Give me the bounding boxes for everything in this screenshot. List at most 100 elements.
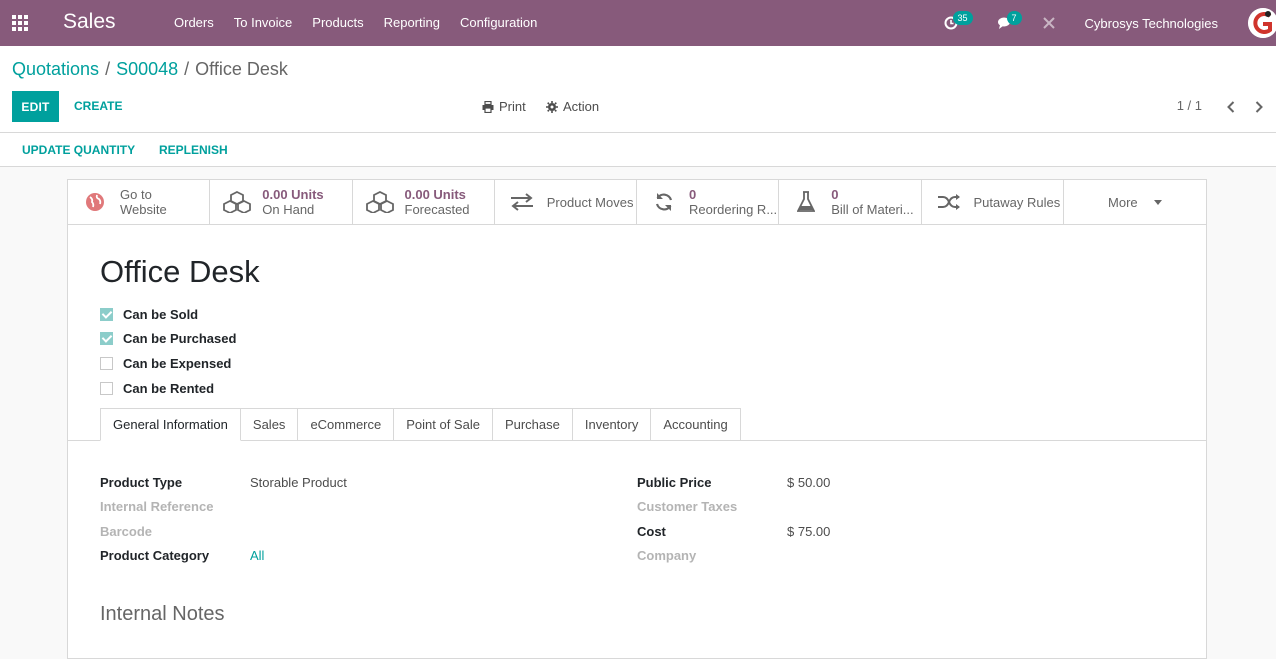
exchange-icon — [507, 193, 537, 211]
apps-menu-icon[interactable] — [12, 15, 29, 31]
menu-configuration[interactable]: Configuration — [450, 0, 547, 46]
close-icon — [1042, 17, 1055, 29]
tab-accounting[interactable]: Accounting — [651, 408, 741, 441]
menu-reporting[interactable]: Reporting — [374, 0, 450, 46]
field-barcode: Barcode — [100, 519, 347, 544]
company-switcher[interactable]: Cybrosys Technologies — [1085, 16, 1218, 31]
tab-inventory[interactable]: Inventory — [572, 408, 652, 441]
breadcrumb-current: Office Desk — [195, 59, 288, 79]
product-name[interactable]: Office Desk — [100, 254, 260, 290]
can-be-purchased-checkbox[interactable] — [100, 332, 113, 346]
tab-general-information[interactable]: General Information — [100, 408, 241, 441]
smart-button-value: 0.00 Units — [262, 187, 324, 202]
checkbox-label: Can be Expensed — [123, 355, 232, 371]
field-label: Product Type — [100, 474, 183, 490]
can-be-sold-row: Can be Sold — [100, 302, 236, 327]
main-menu: Orders To Invoice Products Reporting Con… — [164, 0, 547, 46]
tab-ecommerce[interactable]: eCommerce — [298, 408, 395, 441]
systray: 35 7 Cybrosys Technologies — [933, 0, 1276, 46]
print-dropdown[interactable]: Print — [482, 91, 526, 122]
fields-left: Product Type Storable Product Internal R… — [100, 470, 347, 568]
refresh-icon — [649, 192, 679, 212]
product-flags: Can be Sold Can be Purchased Can be Expe… — [100, 302, 236, 400]
breadcrumb-quotations[interactable]: Quotations — [12, 59, 99, 79]
print-icon — [482, 100, 494, 113]
product-type-value[interactable]: Storable Product — [250, 475, 347, 490]
notebook-tabs: General Information Sales eCommerce Poin… — [100, 408, 741, 441]
pager-value: 1 / 1 — [1176, 98, 1202, 113]
can-be-expensed-row: Can be Expensed — [100, 351, 236, 376]
control-panel: Quotations / S00048/Office Desk EDIT CREAT… — [0, 46, 1276, 133]
edit-button[interactable]: EDIT — [12, 91, 59, 122]
smart-button-value: 0 — [689, 187, 697, 202]
globe-icon — [80, 192, 110, 212]
smart-button-label: Putaway Rules — [973, 194, 1061, 210]
smart-button-more[interactable]: More — [1064, 180, 1206, 224]
app-brand[interactable]: Sales — [63, 10, 116, 34]
smart-button-forecasted[interactable]: 0.00 Units Forecasted — [353, 180, 495, 224]
cost-value[interactable]: $ 75.00 — [787, 524, 830, 539]
smart-button-on-hand[interactable]: 0.00 Units On Hand — [210, 180, 353, 224]
user-logo-icon — [1248, 8, 1276, 38]
field-product-category: Product Category All — [100, 544, 347, 569]
menu-products[interactable]: Products — [302, 0, 373, 46]
smart-button-bill-of-materials[interactable]: 0 Bill of Materi... — [779, 180, 922, 224]
more-label: More — [1108, 194, 1138, 210]
top-navbar: Sales Orders To Invoice Products Reporti… — [0, 0, 1276, 46]
public-price-value[interactable]: $ 50.00 — [787, 475, 830, 490]
smart-button-putaway-rules[interactable]: Putaway Rules — [922, 180, 1064, 224]
caret-down-icon — [1153, 199, 1162, 205]
activity-badge: 35 — [952, 11, 973, 25]
smart-button-label: Bill of Materi... — [831, 202, 914, 217]
messages-button[interactable]: 7 — [987, 0, 1023, 46]
pager-previous[interactable] — [1223, 97, 1239, 117]
tab-purchase[interactable]: Purchase — [492, 408, 573, 441]
field-cost: Cost $ 75.00 — [637, 519, 830, 544]
action-label: Action — [563, 99, 600, 114]
tab-sales[interactable]: Sales — [240, 408, 299, 441]
field-public-price: Public Price $ 50.00 — [637, 470, 830, 495]
tab-point-of-sale[interactable]: Point of Sale — [394, 408, 493, 441]
cubes-icon — [222, 191, 252, 213]
create-button[interactable]: CREATE — [74, 91, 122, 122]
breadcrumb-separator: / — [184, 59, 190, 79]
can-be-expensed-checkbox[interactable] — [100, 356, 113, 370]
smart-button-label: Website — [120, 202, 167, 217]
gear-icon — [546, 100, 558, 113]
smart-button-reordering-rules[interactable]: 0 Reordering R... — [637, 180, 780, 224]
breadcrumb-separator: / — [105, 59, 111, 79]
field-customer-taxes: Customer Taxes — [637, 495, 830, 520]
messages-badge: 7 — [1006, 11, 1022, 25]
activity-button[interactable]: 35 — [933, 0, 973, 46]
flask-icon — [791, 191, 821, 213]
field-label: Internal Reference — [100, 499, 214, 515]
smart-button-product-moves[interactable]: Product Moves — [495, 180, 637, 224]
fields-right: Public Price $ 50.00 Customer Taxes Cost… — [637, 470, 830, 568]
checkbox-label: Can be Purchased — [123, 331, 237, 347]
can-be-sold-checkbox[interactable] — [100, 307, 113, 321]
checkbox-label: Can be Sold — [123, 306, 199, 322]
field-company: Company — [637, 544, 830, 569]
smart-button-label: Go to — [120, 187, 152, 202]
user-avatar[interactable] — [1248, 8, 1276, 38]
smart-button-value: 0.00 Units — [404, 187, 466, 202]
field-label: Public Price — [637, 474, 712, 490]
field-label: Barcode — [100, 523, 153, 539]
update-quantity-button[interactable]: UPDATE QUANTITY — [22, 133, 135, 167]
replenish-button[interactable]: REPLENISH — [159, 133, 228, 167]
menu-orders[interactable]: Orders — [164, 0, 224, 46]
pager-next[interactable] — [1251, 97, 1267, 117]
smart-button-website[interactable]: Go to Website — [68, 180, 211, 224]
can-be-rented-checkbox[interactable] — [100, 381, 113, 395]
can-be-rented-row: Can be Rented — [100, 376, 236, 401]
smart-button-value: 0 — [831, 187, 839, 202]
breadcrumb-order[interactable]: S00048 — [116, 59, 178, 79]
menu-to-invoice[interactable]: To Invoice — [224, 0, 303, 46]
close-switcher-button[interactable] — [1031, 0, 1067, 46]
form-statusbar: UPDATE QUANTITY REPLENISH — [0, 133, 1276, 167]
smart-button-label: Product Moves — [546, 194, 634, 210]
field-label: Product Category — [100, 548, 210, 564]
action-dropdown[interactable]: Action — [546, 91, 599, 122]
product-category-link[interactable]: All — [250, 548, 264, 563]
internal-notes-title: Internal Notes — [100, 603, 225, 625]
